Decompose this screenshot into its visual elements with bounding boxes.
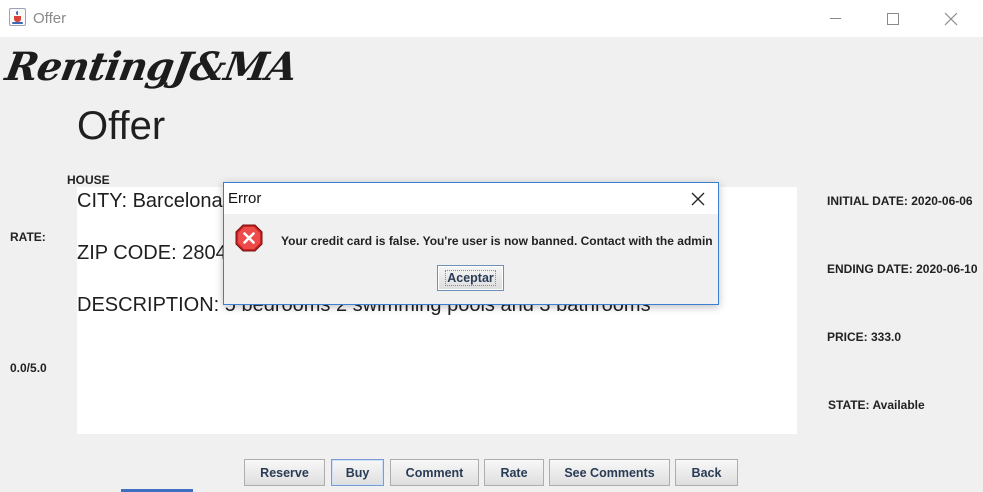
page-title: Offer	[77, 104, 166, 148]
maximize-icon	[887, 12, 899, 25]
minimize-icon	[829, 18, 841, 19]
zip-code-text: ZIP CODE: 2804	[77, 242, 227, 264]
buy-button[interactable]: Buy	[331, 459, 384, 486]
error-message: Your credit card is false. You're user i…	[281, 234, 713, 248]
error-icon	[235, 224, 263, 252]
dialog-titlebar: Error	[224, 183, 718, 214]
accept-button[interactable]: Aceptar	[437, 265, 504, 291]
price-label: PRICE: 333.0	[827, 330, 902, 344]
see-comments-button[interactable]: See Comments	[549, 459, 670, 486]
close-window-button[interactable]	[922, 0, 980, 37]
city-text: CITY: Barcelona	[77, 190, 223, 212]
dialog-title: Error	[228, 190, 262, 207]
initial-date-label: INITIAL DATE: 2020-06-06	[827, 194, 973, 208]
state-label: STATE: Available	[828, 398, 925, 412]
dialog-close-button[interactable]	[678, 183, 718, 214]
ending-date-label: ENDING DATE: 2020-06-10	[827, 262, 978, 276]
reserve-button[interactable]: Reserve	[244, 459, 325, 486]
comment-button[interactable]: Comment	[390, 459, 479, 486]
error-dialog: Error Your credit card is false. You're …	[223, 182, 719, 305]
rate-button[interactable]: Rate	[484, 459, 544, 486]
maximize-button[interactable]	[864, 0, 922, 37]
minimize-button[interactable]	[806, 0, 864, 37]
rate-value: 0.0/5.0	[10, 361, 47, 375]
category-label: HOUSE	[67, 173, 110, 187]
rate-label: RATE:	[10, 230, 46, 244]
window-title: Offer	[33, 10, 67, 27]
accept-button-label: Aceptar	[445, 270, 496, 286]
back-button[interactable]: Back	[675, 459, 738, 486]
close-icon	[691, 192, 705, 205]
app-logo: RentingJ&MA	[2, 44, 301, 90]
close-icon	[944, 12, 958, 25]
java-app-icon	[9, 8, 26, 26]
